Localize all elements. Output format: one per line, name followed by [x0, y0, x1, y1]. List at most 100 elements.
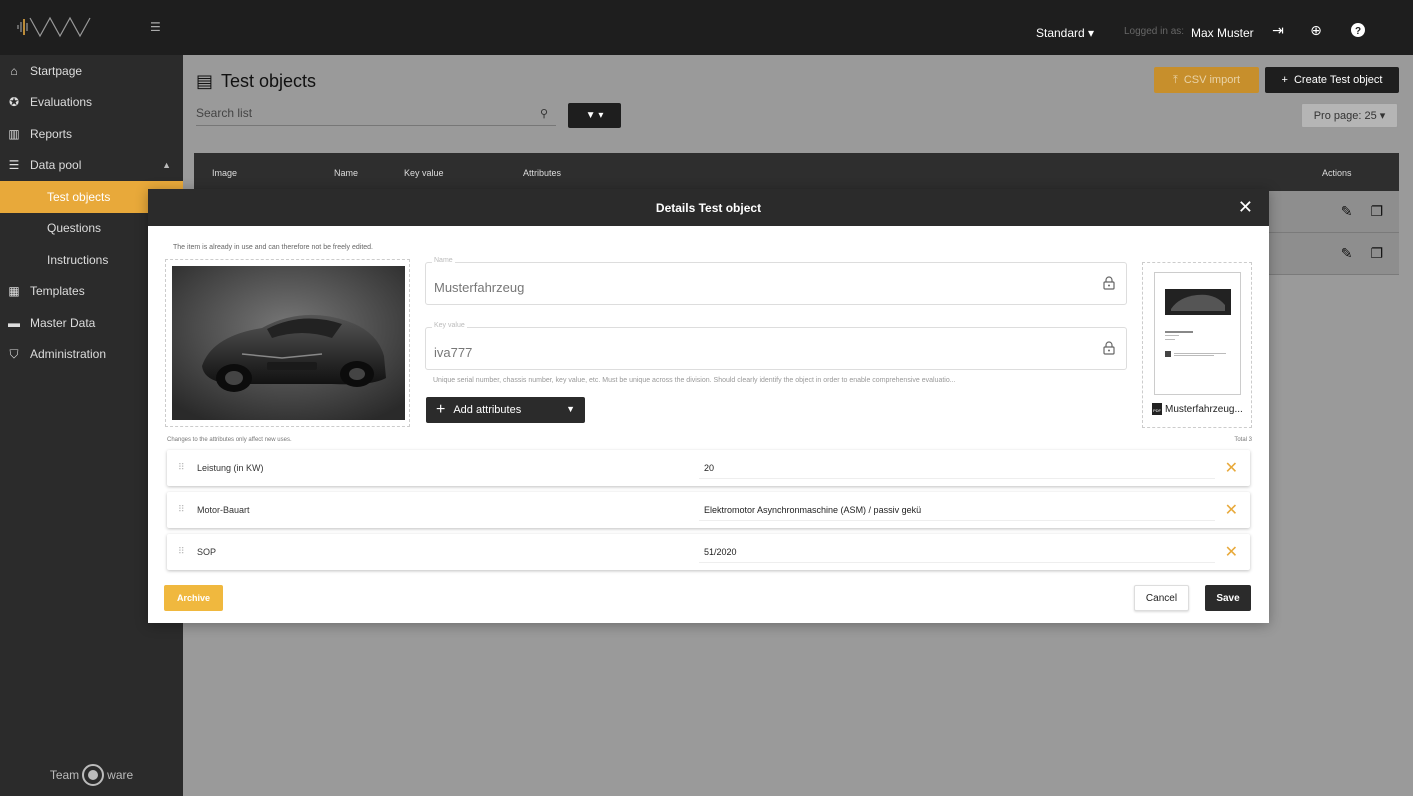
- page-title-text: Test objects: [221, 71, 317, 91]
- waveform-logo-icon[interactable]: [16, 16, 116, 43]
- teamware-logo: Team ware: [0, 764, 183, 786]
- search-input[interactable]: Search list: [196, 106, 556, 126]
- filter-button[interactable]: ▼ ▾: [568, 103, 621, 128]
- pdf-icon: [1152, 403, 1162, 415]
- column-header[interactable]: Attributes: [523, 168, 561, 178]
- create-test-object-button[interactable]: + Create Test object: [1265, 67, 1399, 93]
- sidebar-item-label: Evaluations: [30, 95, 93, 110]
- drag-handle-icon[interactable]: ⠿: [178, 546, 185, 557]
- sidebar-item-label: Templates: [30, 284, 85, 299]
- car-image: [172, 266, 405, 420]
- remove-attribute-icon[interactable]: ✕: [1225, 500, 1238, 520]
- list-box-icon: ▤: [196, 71, 214, 91]
- per-page-label: Pro page: 25: [1313, 109, 1377, 122]
- sidebar-item-data-pool[interactable]: ☰ Data pool ▲: [0, 150, 183, 182]
- user-name: Max Muster: [1191, 26, 1254, 40]
- plus-icon: +: [436, 401, 446, 418]
- table-header: Image Name Key value Attributes Actions: [194, 153, 1399, 191]
- image-dropzone[interactable]: [165, 259, 410, 427]
- pdf-file-name[interactable]: Musterfahrzeug...: [1152, 403, 1243, 415]
- column-header[interactable]: Name: [334, 168, 358, 178]
- search-icon[interactable]: ⚲: [540, 107, 548, 120]
- key-value-value: iva777: [434, 345, 473, 360]
- sidebar-item-label: Questions: [47, 221, 102, 236]
- attribute-row: ⠿ Leistung (in KW) 20 ✕: [167, 450, 1250, 486]
- sidebar-item-label: Data pool: [30, 158, 82, 173]
- pdf-dropzone[interactable]: Musterfahrzeug...: [1142, 262, 1252, 428]
- chart-icon: ▥: [8, 126, 20, 141]
- csv-import-button[interactable]: ⤒ CSV import: [1154, 67, 1259, 93]
- column-header[interactable]: Key value: [404, 168, 444, 178]
- lock-icon: [1103, 341, 1115, 360]
- star-circle-icon: ✪: [8, 95, 20, 110]
- modal-header: Details Test object ✕: [148, 189, 1269, 226]
- create-label: Create Test object: [1293, 74, 1383, 86]
- attribute-name: SOP: [197, 547, 217, 557]
- copy-icon[interactable]: ❐: [1370, 203, 1383, 220]
- name-field-label: Name: [432, 257, 455, 264]
- shield-check-icon: ⛉: [9, 346, 19, 361]
- list-icon: ☰: [8, 158, 20, 173]
- search-placeholder: Search list: [196, 106, 253, 120]
- sidebar-item-label: Reports: [30, 126, 73, 141]
- archive-button[interactable]: Archive: [164, 585, 223, 611]
- home-icon: ⌂: [10, 63, 18, 78]
- key-value-field: Key value iva777: [425, 322, 1127, 370]
- column-header[interactable]: Image: [212, 168, 237, 178]
- sidebar-item-reports[interactable]: ▥ Reports: [0, 118, 183, 150]
- modal-title: Details Test object: [655, 200, 762, 215]
- attribute-name: Leistung (in KW): [197, 463, 264, 473]
- sidebar-item-startpage[interactable]: ⌂ Startpage: [0, 55, 183, 87]
- attribute-row: ⠿ Motor-Bauart Elektromotor Asynchronmas…: [167, 492, 1250, 528]
- chevron-down-icon: ▼: [566, 404, 575, 414]
- remove-attribute-icon[interactable]: ✕: [1225, 458, 1238, 478]
- edit-icon[interactable]: ✎: [1341, 203, 1353, 220]
- pdf-preview[interactable]: [1154, 272, 1241, 395]
- lock-icon: [1103, 276, 1115, 295]
- per-page-select[interactable]: Pro page: 25 ▾: [1301, 103, 1398, 128]
- pdf-thumbnail: [1165, 289, 1231, 357]
- pdf-file-label: Musterfahrzeug...: [1165, 403, 1243, 415]
- sidebar-item-evaluations[interactable]: ✪ Evaluations: [0, 87, 183, 119]
- name-field: Name Musterfahrzeug: [425, 257, 1127, 305]
- sidebar-item-label: Administration: [30, 347, 107, 362]
- details-modal: Details Test object ✕ The item is alread…: [148, 189, 1269, 623]
- sidebar-header: ☰: [0, 0, 183, 55]
- attribute-value-input[interactable]: Elektromotor Asynchronmaschine (ASM) / p…: [699, 498, 1215, 521]
- add-attributes-button[interactable]: + Add attributes ▼: [426, 397, 585, 423]
- table-icon: ▦: [8, 284, 20, 299]
- changes-note: Changes to the attributes only affect ne…: [167, 437, 292, 443]
- svg-text:?: ?: [1355, 26, 1361, 37]
- view-selector[interactable]: Standard ▾: [1036, 26, 1094, 40]
- collapse-sidebar-icon[interactable]: ☰: [150, 20, 161, 34]
- csv-import-label: CSV import: [1183, 74, 1241, 86]
- key-value-hint: Unique serial number, chassis number, ke…: [433, 377, 956, 384]
- help-icon[interactable]: ?: [1350, 22, 1366, 38]
- top-bar: Standard ▾ Logged in as: Max Muster ⇥ ⊕ …: [183, 0, 1413, 55]
- attribute-value-input[interactable]: 20: [699, 456, 1215, 479]
- attributes-total: Total 3: [1234, 437, 1252, 443]
- keyboard-icon: ▬: [8, 315, 20, 330]
- edit-icon[interactable]: ✎: [1341, 245, 1353, 262]
- logged-in-label: Logged in as:: [1124, 26, 1185, 37]
- close-icon[interactable]: ✕: [1238, 197, 1253, 218]
- view-selector-label: Standard: [1036, 26, 1085, 40]
- globe-icon[interactable]: ⊕: [1308, 22, 1324, 38]
- copy-icon[interactable]: ❐: [1370, 245, 1383, 262]
- upload-icon: ⤒: [1172, 73, 1178, 86]
- key-value-label: Key value: [432, 322, 467, 329]
- cancel-button[interactable]: Cancel: [1134, 585, 1189, 611]
- sidebar-item-label: Startpage: [30, 63, 83, 78]
- in-use-note: The item is already in use and can there…: [173, 244, 374, 251]
- attribute-value-input[interactable]: 51/2020: [699, 540, 1215, 563]
- drag-handle-icon[interactable]: ⠿: [178, 504, 185, 515]
- save-button[interactable]: Save: [1205, 585, 1251, 611]
- chevron-up-icon: ▲: [162, 160, 171, 171]
- logout-icon[interactable]: ⇥: [1270, 22, 1286, 38]
- remove-attribute-icon[interactable]: ✕: [1225, 542, 1238, 562]
- drag-handle-icon[interactable]: ⠿: [178, 462, 185, 473]
- sidebar-item-label: Instructions: [47, 252, 109, 267]
- sidebar-item-label: Master Data: [30, 315, 96, 330]
- filter-icon: ▼: [585, 110, 596, 121]
- page-title: ▤ Test objects: [196, 71, 316, 92]
